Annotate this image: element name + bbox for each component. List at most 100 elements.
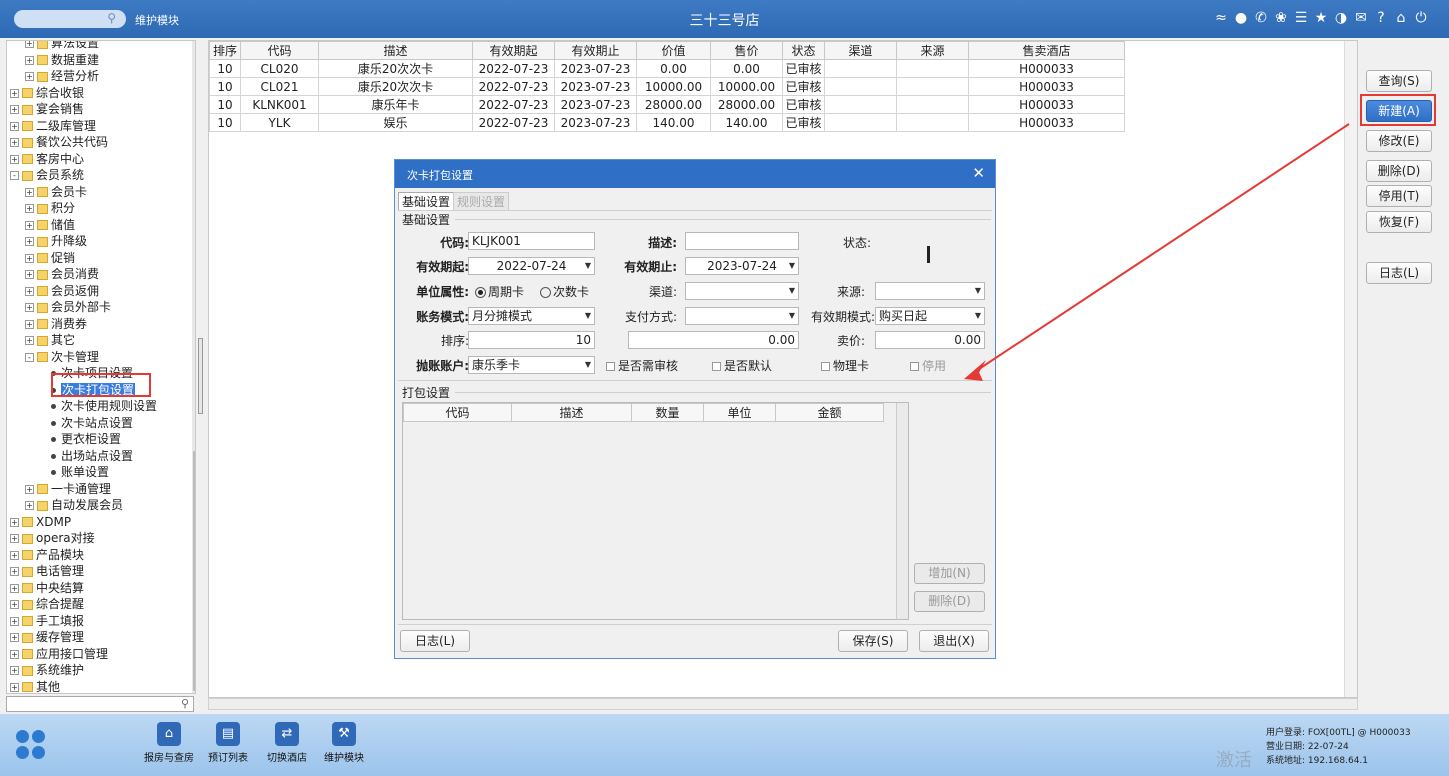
chevron-down-icon[interactable]: ▼ — [975, 308, 981, 324]
radio-selected-icon[interactable] — [475, 287, 486, 298]
expand-icon[interactable]: + — [10, 138, 19, 147]
checkbox-disable[interactable]: 停用 — [910, 357, 946, 374]
sell-price-input[interactable]: 0.00 — [875, 331, 985, 349]
radio-period-card[interactable]: 周期卡 — [475, 283, 524, 300]
tree-item[interactable]: + 餐饮公共代码 — [10, 134, 108, 150]
expand-icon[interactable]: + — [25, 253, 34, 263]
tree-item[interactable]: + 促销 — [25, 250, 75, 266]
expand-icon[interactable]: + — [10, 550, 19, 560]
expand-icon[interactable]: + — [25, 303, 34, 312]
remove-item-button[interactable]: 删除(D) — [914, 591, 985, 612]
account-select[interactable]: 康乐季卡 ▼ — [468, 356, 595, 374]
tree-item[interactable]: + 经营分析 — [25, 68, 99, 84]
column-header[interactable]: 渠道 — [824, 41, 897, 60]
tree-item[interactable]: + 储值 — [25, 217, 75, 233]
search-icon[interactable]: ⚲ — [181, 697, 189, 710]
expand-icon[interactable]: + — [25, 220, 34, 230]
log-button[interactable]: 日志(L) — [1366, 262, 1432, 284]
dialog-log-button[interactable]: 日志(L) — [400, 630, 470, 652]
column-header[interactable]: 售卖酒店 — [968, 41, 1125, 60]
taskbar-item-reservation-list[interactable]: ▤ 预订列表 — [198, 722, 258, 764]
tree-item[interactable]: + 缓存管理 — [10, 629, 84, 645]
tree-item[interactable]: + 电话管理 — [10, 563, 84, 579]
expand-icon[interactable]: + — [10, 105, 19, 114]
tree-item[interactable]: - 次卡管理 — [25, 349, 99, 365]
taskbar-item-room-check[interactable]: ⌂ 报房与查房 — [139, 722, 199, 764]
radio-count-card[interactable]: 次数卡 — [540, 283, 589, 300]
delete-button[interactable]: 删除(D) — [1366, 160, 1432, 182]
tree-item[interactable]: + 积分 — [25, 200, 75, 216]
column-header[interactable]: 代码 — [240, 41, 319, 60]
channel-select[interactable]: ▼ — [685, 282, 799, 300]
home-icon[interactable]: ⌂ — [1393, 9, 1409, 27]
tree-item[interactable]: 账单设置 — [51, 464, 109, 480]
expand-icon[interactable]: + — [25, 72, 34, 81]
column-header[interactable]: 售价 — [710, 41, 783, 60]
column-header[interactable]: 有效期止 — [554, 41, 637, 60]
column-header[interactable]: 数量 — [631, 403, 704, 422]
tree-item[interactable]: 更衣柜设置 — [51, 431, 121, 447]
expand-icon[interactable]: + — [25, 187, 34, 197]
disable-button[interactable]: 停用(T) — [1366, 185, 1432, 207]
contrast-icon[interactable]: ◑ — [1333, 9, 1349, 27]
collapse-icon[interactable]: - — [10, 171, 19, 180]
source-select[interactable]: ▼ — [875, 282, 985, 300]
tree-item[interactable]: + 会员卡 — [25, 184, 87, 200]
column-header[interactable]: 来源 — [896, 41, 969, 60]
tree-item[interactable]: + 应用接口管理 — [10, 646, 108, 662]
tab-rule-settings[interactable]: 规则设置 — [453, 192, 510, 210]
tree-item[interactable]: + 二级库管理 — [10, 118, 96, 134]
expand-icon[interactable]: + — [10, 616, 19, 626]
valid-mode-select[interactable]: 购买日起 ▼ — [875, 307, 985, 325]
column-header[interactable]: 描述 — [318, 41, 473, 60]
tree-item[interactable]: + 算法设置 — [25, 41, 99, 51]
expand-icon[interactable]: + — [10, 517, 19, 527]
close-icon[interactable]: ✕ — [972, 164, 985, 182]
expand-icon[interactable]: + — [25, 286, 34, 296]
tree-item[interactable]: + 消费券 — [25, 316, 87, 332]
expand-icon[interactable]: + — [25, 319, 34, 329]
checkbox-icon[interactable] — [910, 362, 919, 371]
tree-item[interactable]: + 一卡通管理 — [25, 481, 111, 497]
palette-icon[interactable]: ❀ — [1273, 9, 1289, 27]
chevron-down-icon[interactable]: ▼ — [789, 283, 795, 299]
column-header[interactable]: 单位 — [703, 403, 776, 422]
column-header[interactable]: 有效期起 — [472, 41, 555, 60]
expand-icon[interactable]: + — [25, 237, 34, 246]
module-search-input[interactable]: ⚲ — [14, 10, 126, 28]
chevron-down-icon[interactable]: ▼ — [789, 258, 795, 274]
expand-icon[interactable]: + — [10, 600, 19, 609]
column-header[interactable]: 价值 — [636, 41, 711, 60]
tree-search-input[interactable]: ⚲ — [6, 696, 194, 712]
power-icon[interactable]: ⏻ — [1413, 9, 1429, 27]
help-icon[interactable]: ? — [1373, 9, 1389, 27]
expand-icon[interactable]: + — [25, 501, 34, 510]
tree-item[interactable]: + 手工填报 — [10, 613, 84, 629]
column-header[interactable]: 排序 — [209, 41, 241, 60]
expand-icon[interactable]: + — [25, 204, 34, 213]
expand-icon[interactable]: + — [10, 567, 19, 576]
tree-item[interactable]: + 系统维护 — [10, 662, 84, 678]
package-items-grid[interactable]: 代码 描述 数量 单位 金额 — [402, 402, 909, 620]
restore-button[interactable]: 恢复(F) — [1366, 211, 1432, 233]
tree-item[interactable]: 次卡使用规则设置 — [51, 398, 157, 414]
expand-icon[interactable]: + — [25, 270, 34, 279]
edit-button[interactable]: 修改(E) — [1366, 130, 1432, 152]
exit-button[interactable]: 退出(X) — [919, 630, 989, 652]
radio-unselected-icon[interactable] — [540, 287, 551, 298]
tree-item[interactable]: + 数据重建 — [25, 52, 99, 68]
app-logo-icon[interactable] — [16, 730, 46, 760]
checkbox-physical-card[interactable]: 物理卡 — [821, 357, 869, 374]
column-header[interactable]: 描述 — [511, 403, 632, 422]
expand-icon[interactable]: + — [10, 583, 19, 593]
main-horizontal-scrollbar[interactable] — [208, 698, 1358, 710]
tree-item[interactable]: + opera对接 — [10, 530, 95, 546]
chat-icon[interactable]: ● — [1233, 9, 1249, 27]
expand-icon[interactable]: + — [10, 649, 19, 659]
mail-icon[interactable]: ✉ — [1353, 9, 1369, 27]
tree-item[interactable]: + XDMP — [10, 514, 71, 530]
order-input[interactable]: 10 — [468, 331, 595, 349]
tree-scrollbar-thumb[interactable] — [193, 451, 195, 691]
collapse-icon[interactable]: - — [25, 352, 34, 362]
table-row[interactable]: 10 KLNK001 康乐年卡 2022-07-23 2023-07-23 28000.0… — [209, 95, 1125, 114]
